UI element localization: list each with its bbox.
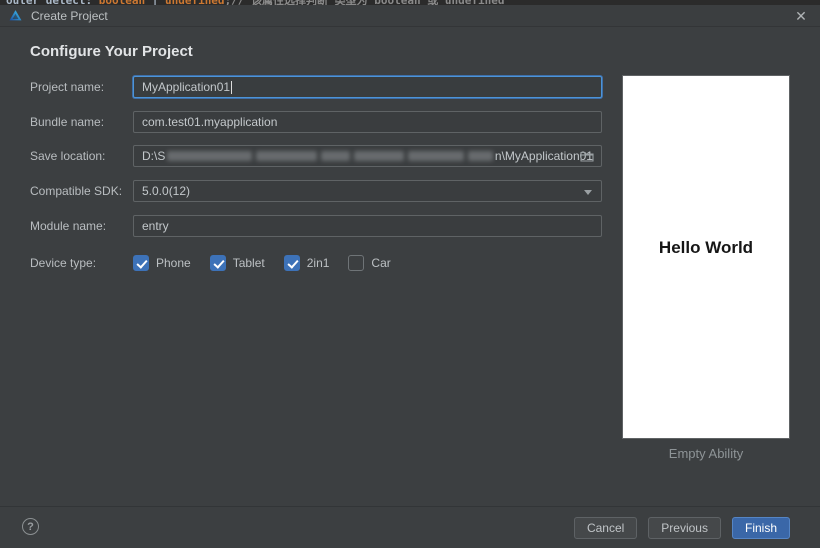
create-project-dialog: Configure Your Project Project name: MyA… bbox=[0, 27, 820, 506]
checkbox-tablet[interactable] bbox=[209, 255, 226, 271]
checkbox-car-label: Car bbox=[371, 256, 391, 270]
checkbox-phone-label: Phone bbox=[156, 256, 191, 270]
dialog-title: Create Project bbox=[31, 8, 108, 23]
bundle-name-input[interactable]: com.test01.myapplication bbox=[133, 111, 602, 133]
module-name-label: Module name: bbox=[30, 219, 107, 233]
module-name-value: entry bbox=[142, 219, 169, 233]
checkbox-phone[interactable] bbox=[133, 255, 149, 271]
device-option-tablet: Tablet bbox=[209, 255, 265, 271]
project-name-row: Project name: MyApplication01 bbox=[30, 76, 602, 98]
device-option-2in1: 2in1 bbox=[283, 255, 330, 271]
compatible-sdk-label: Compatible SDK: bbox=[30, 184, 123, 198]
compatible-sdk-select[interactable]: 5.0.0(12) bbox=[133, 180, 602, 202]
save-location-label: Save location: bbox=[30, 149, 106, 163]
help-icon[interactable]: ? bbox=[22, 518, 39, 535]
compatible-sdk-row: Compatible SDK: 5.0.0(12) bbox=[30, 180, 602, 202]
bundle-name-value: com.test01.myapplication bbox=[142, 115, 278, 129]
module-name-row: Module name: entry bbox=[30, 215, 602, 237]
close-icon[interactable]: ✕ bbox=[790, 5, 812, 27]
checkbox-2in1[interactable] bbox=[283, 255, 300, 271]
device-type-options: Phone Tablet 2in1 Car bbox=[133, 255, 391, 271]
project-name-value: MyApplication01 bbox=[142, 80, 231, 94]
finish-button[interactable]: Finish bbox=[731, 517, 790, 539]
dialog-titlebar: Create Project ✕ bbox=[0, 5, 820, 27]
redacted-path-segment bbox=[408, 151, 464, 161]
cancel-button[interactable]: Cancel bbox=[573, 517, 638, 539]
browse-folder-icon[interactable] bbox=[580, 150, 594, 162]
bundle-name-row: Bundle name: com.test01.myapplication bbox=[30, 111, 602, 133]
redacted-path-segment bbox=[467, 151, 493, 161]
deveco-logo-icon bbox=[9, 10, 22, 21]
text-caret bbox=[231, 80, 233, 94]
chevron-down-icon bbox=[584, 190, 592, 195]
dialog-footer: ? Cancel Previous Finish bbox=[0, 506, 820, 548]
device-type-row: Device type: Phone Tablet 2in1 Car bbox=[30, 252, 391, 274]
checkbox-2in1-label: 2in1 bbox=[306, 256, 330, 270]
redacted-path-segment bbox=[354, 151, 405, 161]
page-title: Configure Your Project bbox=[30, 43, 193, 60]
device-option-car: Car bbox=[348, 255, 391, 271]
save-location-suffix: n\MyApplication01 bbox=[494, 149, 593, 163]
template-name-caption: Empty Ability bbox=[668, 446, 744, 461]
save-location-row: Save location: D:\S n\MyApplication01 bbox=[30, 145, 602, 167]
previous-button[interactable]: Previous bbox=[648, 517, 721, 539]
module-name-input[interactable]: entry bbox=[133, 215, 602, 237]
project-name-label: Project name: bbox=[30, 80, 105, 94]
project-name-input[interactable]: MyApplication01 bbox=[133, 76, 602, 98]
compatible-sdk-value: 5.0.0(12) bbox=[142, 184, 191, 198]
redacted-path-segment bbox=[255, 151, 318, 161]
redacted-path-segment bbox=[167, 151, 252, 161]
footer-buttons: Cancel Previous Finish bbox=[573, 517, 790, 539]
checkbox-car[interactable] bbox=[348, 255, 365, 271]
save-location-prefix: D:\S bbox=[142, 149, 166, 163]
bundle-name-label: Bundle name: bbox=[30, 115, 105, 129]
device-type-label: Device type: bbox=[30, 256, 97, 270]
redacted-path-segment bbox=[321, 151, 351, 161]
save-location-input[interactable]: D:\S n\MyApplication01 bbox=[133, 145, 602, 167]
template-preview-screen: Hello World bbox=[622, 75, 790, 439]
preview-hello-world-text: Hello World bbox=[658, 238, 754, 257]
device-option-phone: Phone bbox=[133, 255, 191, 271]
checkbox-tablet-label: Tablet bbox=[232, 256, 265, 270]
